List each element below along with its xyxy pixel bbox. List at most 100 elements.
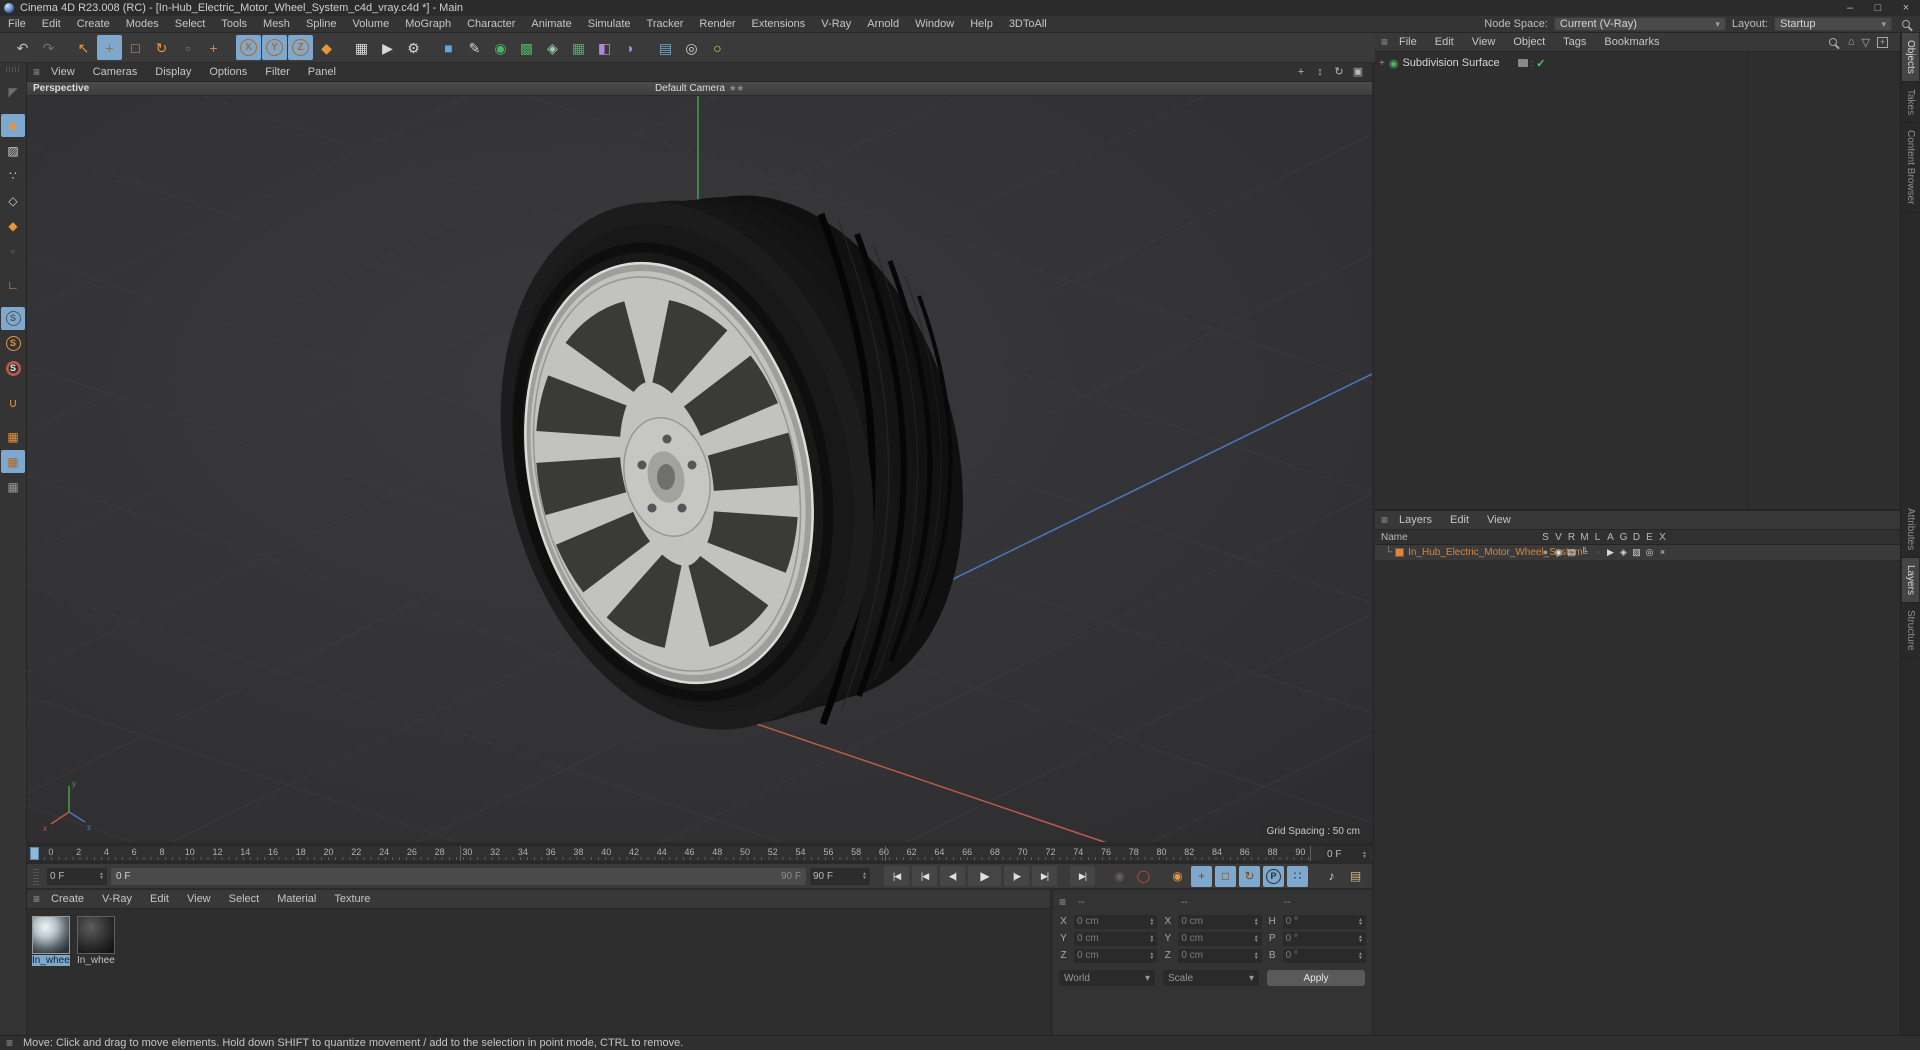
camera-lock-icon[interactable]: ∗∗ — [729, 83, 744, 94]
enable-axis-icon[interactable]: ∟ — [1, 273, 25, 296]
object-manager-menu-item[interactable]: View — [1463, 33, 1505, 52]
scale-field[interactable]: 0 cm ▲ ▼ — [1178, 914, 1262, 929]
layer-row[interactable]: └ In_Hub_Electric_Motor_Wheel_System ● ◉ ▤… — [1375, 545, 1900, 561]
spinner-arrows-icon[interactable]: ▲ ▼ — [1250, 917, 1259, 926]
material-menu-item[interactable]: Material — [268, 890, 325, 909]
material-menu-item[interactable]: V-Ray — [93, 890, 141, 909]
render-view-icon[interactable]: ▦ — [349, 35, 374, 60]
spinner-arrows-icon[interactable]: ▲ ▼ — [858, 872, 867, 881]
viewport-menu-item[interactable]: View — [42, 63, 84, 82]
menu-item[interactable]: Modes — [118, 16, 167, 33]
menu-item[interactable]: Render — [691, 16, 743, 33]
move-tool-icon[interactable]: + — [97, 35, 122, 60]
menu-item[interactable]: Volume — [345, 16, 398, 33]
render-picture-viewer-icon[interactable]: ▶ — [375, 35, 400, 60]
layer-animation-icon[interactable]: ▶ — [1604, 547, 1617, 558]
pen-tool-icon[interactable]: ✎ — [462, 35, 487, 60]
menu-item[interactable]: Character — [459, 16, 523, 33]
hamburger-icon[interactable]: ≡ — [33, 892, 40, 906]
film-icon[interactable]: ▤ — [1345, 866, 1366, 887]
goto-next-key-icon[interactable]: ▶| — [1032, 866, 1057, 886]
hamburger-icon[interactable]: ≡ — [1059, 895, 1066, 909]
panel-tab[interactable]: Layers — [1902, 557, 1919, 603]
hamburger-icon[interactable]: ≡ — [6, 1036, 13, 1050]
redo-icon[interactable]: ↷ — [36, 35, 61, 60]
texture-mode-icon[interactable]: ▨ — [1, 139, 25, 162]
render-visibility-icon[interactable]: : — [1531, 58, 1534, 68]
active-camera-label[interactable]: Default Camera ∗∗ — [655, 83, 744, 94]
material-menu-item[interactable]: Edit — [141, 890, 178, 909]
snapping-icon[interactable]: ∪ — [1, 391, 25, 414]
key-parameter-icon[interactable]: P — [1263, 865, 1284, 887]
object-manager-menu-item[interactable]: Bookmarks — [1595, 33, 1668, 52]
minimize-button[interactable]: – — [1836, 0, 1864, 16]
spinner-arrows-icon[interactable]: ▲ ▼ — [1250, 951, 1259, 960]
coordinate-system-icon[interactable]: ◆ — [314, 35, 339, 60]
menu-item[interactable]: Window — [907, 16, 962, 33]
add-cube-icon[interactable]: ■ — [436, 35, 461, 60]
light-icon[interactable]: ○ — [705, 35, 730, 60]
scale-tool-icon[interactable]: □ — [123, 35, 148, 60]
material-menu-item[interactable]: Select — [220, 890, 269, 909]
position-field[interactable]: 0 cm ▲ ▼ — [1074, 931, 1158, 946]
scale-field[interactable]: 0 cm ▲ ▼ — [1178, 948, 1262, 963]
object-row[interactable]: + ◉ Subdivision Surface : ✓ — [1375, 55, 1900, 71]
object-name[interactable]: Subdivision Surface — [1402, 57, 1499, 69]
deformer-icon[interactable]: ◈ — [540, 35, 565, 60]
menu-item[interactable]: Mesh — [255, 16, 298, 33]
spinner-arrows-icon[interactable]: ▲ ▼ — [1145, 917, 1154, 926]
spinner-arrows-icon[interactable]: ▲ ▼ — [1354, 934, 1363, 943]
spinner-arrows-icon[interactable]: ▲ ▼ — [1250, 934, 1259, 943]
preview-range-slider[interactable]: 0 F 90 F — [111, 867, 806, 885]
layers-menu-item[interactable]: Edit — [1441, 511, 1478, 530]
scale-field[interactable]: 0 cm ▲ ▼ — [1178, 931, 1262, 946]
key-pla-icon[interactable]: ∷ — [1287, 865, 1308, 887]
material-item[interactable]: In_wheel — [32, 916, 72, 966]
viewport-solo-single-icon[interactable]: S — [1, 332, 25, 355]
edges-mode-icon[interactable]: ◇ — [1, 189, 25, 212]
layer-xref-icon[interactable]: × — [1656, 547, 1669, 558]
add-box-icon[interactable]: + — [1877, 36, 1888, 48]
goto-prev-key-icon[interactable]: |◀ — [912, 866, 937, 886]
viewport-menu-item[interactable]: Panel — [299, 63, 345, 82]
transform-mode-select[interactable]: Scale ▾ — [1163, 970, 1259, 986]
menu-item[interactable]: Create — [69, 16, 118, 33]
material-item[interactable]: In_wheel — [77, 916, 117, 966]
layer-render-icon[interactable]: ▤ — [1565, 547, 1578, 558]
layer-lock-icon[interactable]: ▫ — [1591, 547, 1604, 558]
editor-visibility-icon[interactable] — [1517, 59, 1528, 67]
timeline-ruler[interactable]: 0 2 4 6 8 10 12 14 16 18 20 22 24 26 28 30 32 34 36 38 40 42 4… — [27, 845, 1372, 862]
maximize-button[interactable]: □ — [1864, 0, 1892, 16]
object-manager-menu-item[interactable]: Object — [1504, 33, 1554, 52]
palette-grip[interactable] — [6, 67, 20, 72]
viewport-canvas[interactable]: x z y Grid Spacing : 50 cm — [27, 96, 1372, 842]
tweak-mode-icon[interactable]: ▫ — [1, 239, 25, 262]
object-manager-menu-item[interactable]: Edit — [1426, 33, 1463, 52]
goto-start-icon[interactable]: |◀ — [884, 866, 909, 886]
layer-solo-icon[interactable]: ● — [1539, 547, 1552, 558]
polygons-mode-icon[interactable]: ◆ — [1, 214, 25, 237]
spline-field-icon[interactable]: ◗ — [618, 35, 643, 60]
panel-tab[interactable]: Structure — [1902, 603, 1919, 659]
menu-item[interactable]: MoGraph — [397, 16, 459, 33]
viewport-solo-hierarchy-icon[interactable]: S — [1, 357, 25, 380]
planar-workplane-icon[interactable]: ▦ — [1, 475, 25, 498]
position-field[interactable]: 0 cm ▲ ▼ — [1074, 914, 1158, 929]
autokeying-icon[interactable]: ◯ — [1133, 866, 1154, 887]
floor-icon[interactable]: ▤ — [653, 35, 678, 60]
menu-item[interactable]: Animate — [523, 16, 579, 33]
key-rotation-icon[interactable]: ↻ — [1239, 865, 1260, 887]
menu-item[interactable]: Extensions — [743, 16, 813, 33]
node-space-select[interactable]: Current (V-Ray) ▾ — [1553, 17, 1726, 31]
record-objects-icon[interactable]: ◉ — [1109, 866, 1130, 887]
filter-icon[interactable]: ▽ — [1862, 36, 1870, 49]
panel-tab[interactable]: Takes — [1902, 82, 1919, 124]
material-menu-item[interactable]: Texture — [325, 890, 379, 909]
close-button[interactable]: × — [1892, 0, 1920, 16]
home-icon[interactable]: ⌂ — [1848, 36, 1855, 48]
layout-select[interactable]: Startup ▾ — [1774, 17, 1892, 31]
hamburger-icon[interactable]: ≡ — [33, 65, 40, 79]
search-icon[interactable] — [1902, 20, 1910, 28]
layers-menu-item[interactable]: Layers — [1390, 511, 1441, 530]
undo-icon[interactable]: ↶ — [10, 35, 35, 60]
